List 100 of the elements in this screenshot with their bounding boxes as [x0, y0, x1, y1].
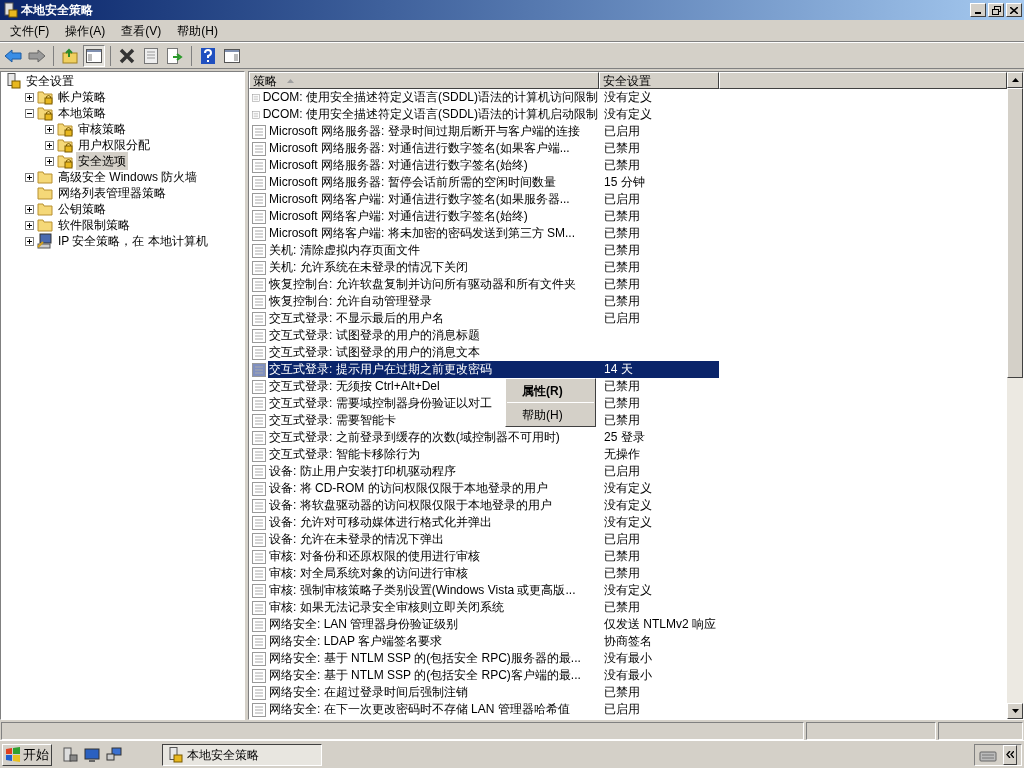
- policy-name[interactable]: Microsoft 网络客户端: 将未加密的密码发送到第三方 SM...: [268, 225, 576, 242]
- security-setting-value: 没有最小: [603, 650, 653, 667]
- security-setting-value: 没有最小: [603, 667, 653, 684]
- tree-item[interactable]: 高级安全 Windows 防火墙: [56, 168, 200, 186]
- security-setting-value: 已禁用: [603, 140, 641, 157]
- policy-name[interactable]: Microsoft 网络客户端: 对通信进行数字签名(如果服务器...: [268, 191, 571, 208]
- expand-toggle[interactable]: [25, 92, 34, 102]
- expand-toggle[interactable]: [45, 156, 54, 166]
- expand-toggle[interactable]: [25, 204, 34, 214]
- policy-name[interactable]: DCOM: 使用安全描述符定义语言(SDDL)语法的计算机访问限制: [261, 89, 599, 106]
- expand-tray-button[interactable]: [1003, 744, 1017, 765]
- policy-name[interactable]: 交互式登录: 提示用户在过期之前更改密码: [268, 361, 599, 378]
- policy-icon: [252, 685, 266, 700]
- column-header[interactable]: 安全设置: [599, 72, 719, 89]
- policy-name[interactable]: 审核: 对备份和还原权限的使用进行审核: [268, 548, 481, 565]
- scroll-up-button[interactable]: [1007, 72, 1023, 88]
- policy-name[interactable]: Microsoft 网络服务器: 登录时间过期后断开与客户端的连接: [268, 123, 581, 140]
- expand-toggle[interactable]: [45, 140, 54, 150]
- collapse-toggle[interactable]: [25, 108, 34, 118]
- security-setting-value: 已禁用: [603, 259, 641, 276]
- taskbar-button[interactable]: 本地安全策略: [162, 743, 322, 766]
- policy-name[interactable]: 交互式登录: 试图登录的用户的消息标题: [268, 327, 481, 344]
- policy-name[interactable]: 审核: 对全局系统对象的访问进行审核: [268, 565, 469, 582]
- security-setting-value: 已启用: [603, 463, 641, 480]
- expand-toggle[interactable]: [25, 172, 34, 182]
- policy-name[interactable]: DCOM: 使用安全描述符定义语言(SDDL)语法的计算机启动限制: [261, 106, 599, 123]
- locked-folder-icon: [37, 105, 53, 121]
- menu-item[interactable]: 操作(A): [57, 21, 114, 40]
- policy-name[interactable]: 交互式登录: 试图登录的用户的消息文本: [268, 344, 481, 361]
- policy-name[interactable]: Microsoft 网络服务器: 对通信进行数字签名(如果客户端...: [268, 140, 571, 157]
- tree-item[interactable]: 软件限制策略: [56, 216, 132, 234]
- tree-item[interactable]: 帐户策略: [56, 88, 108, 106]
- policy-name[interactable]: 网络安全: 在下一次更改密码时不存储 LAN 管理器哈希值: [268, 701, 571, 718]
- security-setting-value: 15 分钟: [603, 174, 646, 191]
- folder-icon: [37, 169, 53, 185]
- policy-name[interactable]: 交互式登录: 无须按 Ctrl+Alt+Del: [268, 378, 441, 395]
- scroll-thumb[interactable]: [1007, 88, 1023, 378]
- menu-item[interactable]: 文件(F): [2, 21, 58, 40]
- policy-icon: [252, 209, 266, 224]
- policy-name[interactable]: 网络安全: 基于 NTLM SSP 的(包括安全 RPC)服务器的最...: [268, 650, 582, 667]
- policy-name[interactable]: 交互式登录: 需要域控制器身份验证以对工: [268, 395, 493, 412]
- tree-item[interactable]: 本地策略: [56, 104, 108, 122]
- policy-name[interactable]: 审核: 如果无法记录安全审核则立即关闭系统: [268, 599, 505, 616]
- security-setting-value: 已启用: [603, 531, 641, 548]
- policy-name[interactable]: 审核: 强制审核策略子类别设置(Windows Vista 或更高版...: [268, 582, 577, 599]
- scroll-down-button[interactable]: [1007, 703, 1023, 719]
- policy-name[interactable]: 网络安全: LDAP 客户端签名要求: [268, 633, 444, 650]
- policy-name[interactable]: 设备: 将 CD-ROM 的访问权限仅限于本地登录的用户: [268, 480, 549, 497]
- policy-name[interactable]: 交互式登录: 智能卡移除行为: [268, 446, 421, 463]
- policy-icon: [252, 447, 266, 462]
- desktop-icon[interactable]: [84, 746, 100, 763]
- policy-name[interactable]: Microsoft 网络服务器: 对通信进行数字签名(始终): [268, 157, 529, 174]
- scrollbar[interactable]: [1007, 72, 1023, 719]
- policy-name[interactable]: 设备: 将软盘驱动器的访问权限仅限于本地登录的用户: [268, 497, 553, 514]
- tree-item[interactable]: 审核策略: [76, 120, 128, 138]
- tree-item[interactable]: 公钥策略: [56, 200, 108, 218]
- network-computers-icon[interactable]: [106, 746, 122, 763]
- policy-name[interactable]: 交互式登录: 需要智能卡: [268, 412, 397, 429]
- policy-icon: [252, 396, 266, 411]
- policy-name[interactable]: 设备: 允许在未登录的情况下弹出: [268, 531, 445, 548]
- policy-name[interactable]: 恢复控制台: 允许软盘复制并访问所有驱动器和所有文件夹: [268, 276, 577, 293]
- expand-toggle[interactable]: [25, 220, 34, 230]
- policy-name[interactable]: 网络安全: LAN 管理器身份验证级别: [268, 616, 460, 633]
- restore-button[interactable]: [988, 3, 1004, 17]
- policy-name[interactable]: 设备: 允许对可移动媒体进行格式化并弹出: [268, 514, 493, 531]
- security-setting-value: 没有定义: [603, 89, 653, 106]
- policy-name[interactable]: 交互式登录: 不显示最后的用户名: [268, 310, 445, 327]
- security-setting-value: 没有定义: [603, 514, 653, 531]
- windows-logo-icon: [5, 746, 21, 763]
- security-setting-value: 已禁用: [603, 395, 641, 412]
- policy-name[interactable]: Microsoft 网络服务器: 暂停会话前所需的空闲时间数量: [268, 174, 557, 191]
- tree-item[interactable]: 用户权限分配: [76, 136, 152, 154]
- policy-name[interactable]: Microsoft 网络客户端: 对通信进行数字签名(始终): [268, 208, 529, 225]
- policy-name[interactable]: 设备: 防止用户安装打印机驱动程序: [268, 463, 457, 480]
- server-manager-icon[interactable]: [62, 746, 78, 763]
- minimize-button[interactable]: [970, 3, 986, 17]
- tree-item[interactable]: 网络列表管理器策略: [56, 184, 168, 202]
- tree-item[interactable]: 安全选项: [76, 152, 128, 170]
- expand-toggle[interactable]: [25, 236, 34, 246]
- column-header[interactable]: 策略: [249, 72, 599, 89]
- policy-name[interactable]: 网络安全: 在超过登录时间后强制注销: [268, 684, 469, 701]
- menu-item[interactable]: 查看(V): [113, 21, 170, 40]
- close-button[interactable]: [1006, 3, 1022, 17]
- tree-item[interactable]: IP 安全策略，在 本地计算机: [56, 232, 210, 250]
- expand-toggle[interactable]: [45, 124, 54, 134]
- context-menu-item[interactable]: 帮助(H): [506, 405, 595, 424]
- security-setting-value: 已禁用: [603, 276, 641, 293]
- policy-name[interactable]: 网络安全: 基于 NTLM SSP 的(包括安全 RPC)客户端的最...: [268, 667, 582, 684]
- policy-name[interactable]: 交互式登录: 之前登录到缓存的次数(域控制器不可用时): [268, 429, 561, 446]
- show-tree-button[interactable]: [83, 44, 105, 67]
- tree-item[interactable]: 安全设置: [24, 72, 76, 90]
- policy-name[interactable]: 关机: 允许系统在未登录的情况下关闭: [268, 259, 469, 276]
- policy-icon: [252, 311, 266, 326]
- menu-item[interactable]: 帮助(H): [169, 21, 226, 40]
- policy-name[interactable]: 恢复控制台: 允许自动管理登录: [268, 293, 433, 310]
- start-button[interactable]: 开始: [2, 743, 52, 766]
- policy-name[interactable]: 关机: 清除虚拟内存页面文件: [268, 242, 421, 259]
- locked-folder-icon: [57, 121, 73, 137]
- window-title: 本地安全策略: [21, 2, 94, 19]
- context-menu-item[interactable]: 属性(R): [506, 381, 595, 400]
